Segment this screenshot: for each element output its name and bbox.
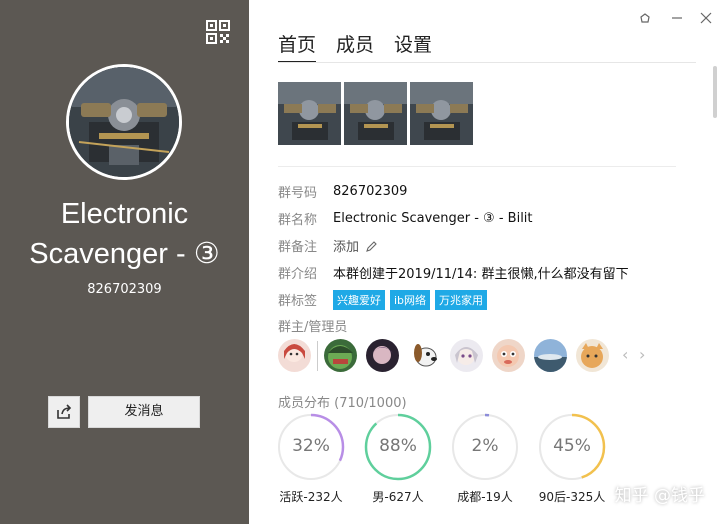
- info-label: 群名称: [278, 213, 318, 228]
- group-info: 群号码 826702309 群名称 Electronic Scavenger -…: [278, 178, 683, 313]
- info-row-id: 群号码 826702309: [278, 178, 683, 205]
- skin-icon[interactable]: [638, 12, 652, 26]
- stat-percent: 45%: [553, 436, 591, 456]
- admins-next-icon[interactable]: ›: [639, 347, 649, 363]
- group-title: Electronic Scavenger - ③: [0, 194, 249, 274]
- admin-avatar[interactable]: [324, 339, 357, 372]
- admin-avatar[interactable]: [278, 339, 311, 372]
- group-title-line-2: Scavenger - ③: [29, 238, 220, 270]
- tab-settings[interactable]: 设置: [394, 30, 432, 63]
- admin-avatar[interactable]: [534, 339, 567, 372]
- stat-age: 45% 90后-325人: [537, 412, 607, 504]
- right-panel: 首页 成员 设置 群号码 826702309 群名称 Electronic Sc…: [249, 0, 721, 524]
- group-tags: 兴趣爱好 ib网络 万兆家用: [333, 289, 488, 310]
- send-message-button[interactable]: 发消息: [88, 396, 200, 428]
- scrollbar[interactable]: [713, 66, 717, 118]
- admin-separator: [317, 340, 318, 371]
- admin-avatar[interactable]: [576, 339, 609, 372]
- tab-members[interactable]: 成员: [336, 30, 374, 63]
- tab-bar: 首页 成员 设置: [278, 30, 432, 63]
- group-title-line-1: Electronic: [60, 198, 189, 230]
- info-row-tags: 群标签 兴趣爱好 ib网络 万兆家用: [278, 286, 683, 313]
- minimize-icon[interactable]: [670, 12, 684, 26]
- group-id-value: 826702309: [333, 184, 408, 199]
- stat-label: 活跃-232人: [279, 490, 343, 504]
- admins-prev-icon[interactable]: ‹: [622, 347, 632, 363]
- group-photos: [278, 82, 473, 145]
- share-icon: [57, 404, 72, 419]
- stat-percent: 2%: [471, 436, 499, 456]
- stat-male: 88% 男-627人: [363, 412, 433, 504]
- watermark: 知乎 @钱乎: [614, 486, 705, 506]
- admin-avatar[interactable]: [408, 339, 441, 372]
- group-intro-value: 本群创建于2019/11/14: 群主很懒,什么都没有留下: [333, 267, 629, 282]
- stat-city: 2% 成都-19人: [450, 412, 520, 504]
- left-panel: Electronic Scavenger - ③ 826702309 发消息: [0, 0, 249, 524]
- group-name-value: Electronic Scavenger - ③ - Bilit: [333, 211, 533, 226]
- group-id-left: 826702309: [87, 282, 162, 297]
- group-profile-window: Electronic Scavenger - ③ 826702309 发消息 首…: [0, 0, 721, 524]
- members-distribution-label: 成员分布 (710/1000): [278, 396, 407, 411]
- stat-label: 男-627人: [372, 490, 424, 504]
- group-tag[interactable]: 万兆家用: [435, 289, 488, 310]
- qr-code-icon[interactable]: [206, 20, 230, 44]
- photos-divider: [278, 166, 676, 167]
- remark-add-label: 添加: [333, 240, 360, 255]
- close-icon[interactable]: [699, 12, 713, 26]
- info-label: 群介绍: [278, 267, 318, 282]
- add-remark-button[interactable]: 添加: [333, 236, 683, 255]
- stat-label: 90后-325人: [538, 490, 606, 504]
- group-tag[interactable]: 兴趣爱好: [333, 289, 385, 310]
- stat-active: 32% 活跃-232人: [276, 412, 346, 504]
- stat-percent: 88%: [379, 436, 417, 456]
- stat-label: 成都-19人: [457, 490, 513, 504]
- share-button[interactable]: [48, 396, 80, 428]
- pencil-icon: [366, 241, 377, 252]
- admin-avatar[interactable]: [492, 339, 525, 372]
- info-label: 群标签: [278, 294, 318, 309]
- admin-avatar[interactable]: [450, 339, 483, 372]
- group-photo[interactable]: [410, 82, 473, 145]
- admin-list: [278, 339, 618, 372]
- tab-home[interactable]: 首页: [278, 30, 317, 63]
- info-row-name: 群名称 Electronic Scavenger - ③ - Bilit: [278, 205, 683, 232]
- admins-label: 群主/管理员: [278, 320, 348, 335]
- info-row-intro: 群介绍 本群创建于2019/11/14: 群主很懒,什么都没有留下: [278, 259, 683, 286]
- admin-avatar[interactable]: [366, 339, 399, 372]
- group-avatar[interactable]: [66, 64, 182, 180]
- info-row-remark: 群备注 添加: [278, 232, 683, 259]
- group-photo[interactable]: [278, 82, 341, 145]
- info-label: 群备注: [278, 240, 318, 255]
- group-photo[interactable]: [344, 82, 407, 145]
- stat-percent: 32%: [292, 436, 330, 456]
- info-label: 群号码: [278, 186, 318, 201]
- tab-divider: [278, 62, 696, 63]
- group-tag[interactable]: ib网络: [390, 289, 431, 310]
